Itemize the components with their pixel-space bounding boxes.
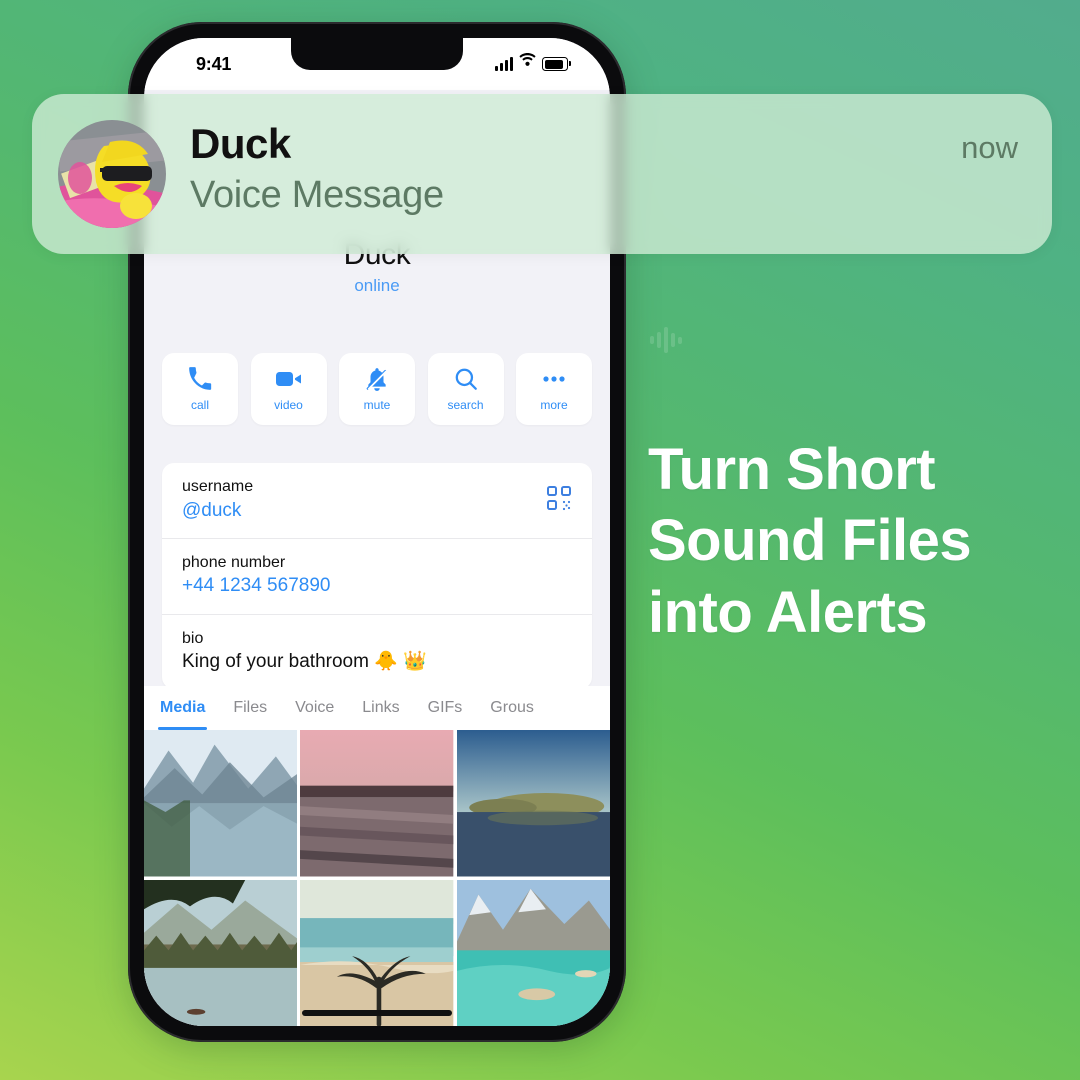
info-row-username-value: @duck [182,499,242,521]
headline-line-1: Turn Short [648,437,936,502]
video-button-label: video [274,398,303,412]
profile-status: online [354,276,400,295]
qr-code-icon[interactable] [546,485,572,516]
media-thumbnail[interactable] [300,730,454,877]
more-button-label: more [540,398,568,412]
media-thumbnail[interactable] [456,730,610,877]
tab-voice[interactable]: Voice [295,686,334,730]
more-button[interactable]: more [516,353,592,425]
action-button-row: call video mute search more [162,353,592,425]
info-row-phone-key: phone number [182,553,286,571]
magnifier-icon [453,366,479,392]
media-tabs: Media Files Voice Links GIFs Grous [144,686,610,730]
search-button[interactable]: search [427,353,504,425]
notification-title: Duck [190,120,291,167]
tab-links[interactable]: Links [362,686,399,730]
phone-icon [187,366,213,392]
info-row-bio-key: bio [182,629,204,647]
headline-line-3: into Alerts [648,579,928,645]
info-row-username[interactable]: username @duck [162,463,592,538]
headline-line-2: Sound Files [648,508,972,574]
info-row-username-key: username [182,478,254,495]
media-thumbnail[interactable] [144,879,298,1026]
home-indicator [302,1010,452,1016]
video-button[interactable]: video [250,353,327,425]
status-bar: 9:41 [144,38,610,90]
ellipsis-icon [540,366,568,392]
notification-subtitle: Voice Message [190,174,444,216]
media-thumbnail[interactable] [300,879,454,1026]
media-grid [144,730,610,1026]
cellular-signal-icon [495,57,513,71]
tab-gifs[interactable]: GIFs [428,686,463,730]
info-row-bio[interactable]: bio King of your bathroom 🐥 👑 [162,613,592,690]
status-bar-icons [495,53,571,71]
wifi-icon [519,53,536,71]
status-bar-time: 9:41 [196,54,232,74]
media-thumbnail[interactable] [144,730,298,877]
tab-media[interactable]: Media [157,686,208,730]
audio-waveform-icon [650,325,690,355]
battery-full-icon [542,57,571,71]
tab-groups[interactable]: Grous [490,686,534,730]
call-button-label: call [190,398,209,412]
avatar [58,120,166,228]
info-row-bio-value: King of your bathroom 🐥 👑 [182,651,427,673]
mute-button-label: mute [363,398,391,412]
info-row-phone-value: +44 1234 567890 [182,575,331,597]
bell-slash-icon [364,366,390,392]
promo-canvas: Turn Short Sound Files into Alerts Duck … [0,0,1080,1080]
notification-timestamp: now [961,130,1018,165]
call-button[interactable]: call [162,353,238,425]
media-thumbnail[interactable] [456,879,610,1026]
notification-banner[interactable]: Duck Voice Message now [32,94,1052,254]
mute-button[interactable]: mute [339,353,415,425]
phone-notch [291,38,463,70]
video-camera-icon [275,366,303,392]
info-row-phone[interactable]: phone number +44 1234 567890 [162,537,592,614]
page-title: Turn Short Sound Files into Alerts [648,434,1048,648]
profile-info-card: username @duck phone number +44 1234 567… [162,463,592,690]
search-button-label: search [447,398,484,412]
tab-files[interactable]: Files [233,686,267,730]
